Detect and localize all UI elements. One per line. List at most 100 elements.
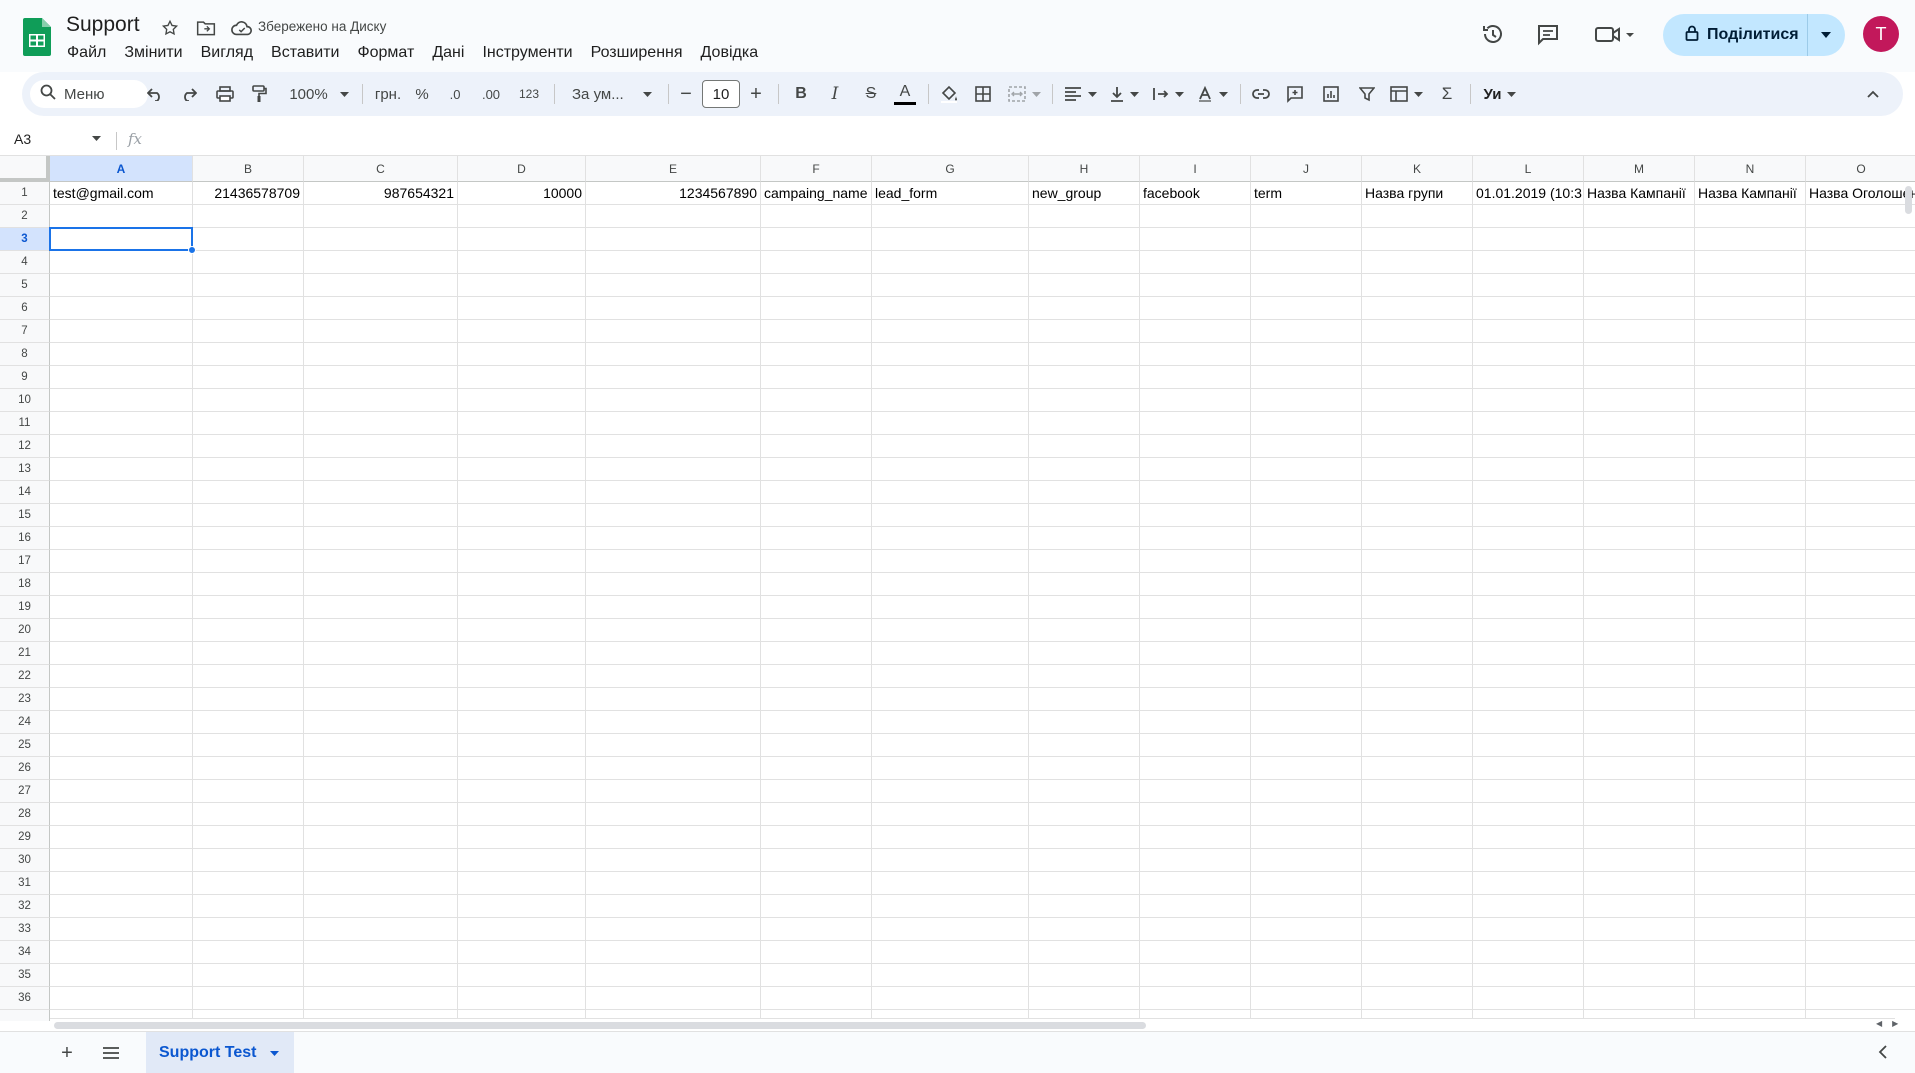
font-size-increase-icon[interactable]: + [744, 72, 768, 116]
vertical-align-icon[interactable] [1104, 72, 1144, 116]
cell-b1[interactable]: 21436578709 [193, 182, 303, 205]
row-header[interactable]: 26 [0, 757, 50, 780]
row-header[interactable]: 29 [0, 826, 50, 849]
menu-help[interactable]: Довідка [692, 42, 768, 64]
cell-d1[interactable]: 10000 [458, 182, 585, 205]
row-header[interactable]: 11 [0, 412, 50, 435]
document-title[interactable]: Support [66, 13, 140, 37]
scroll-left-icon[interactable]: ◀ [1876, 1019, 1882, 1028]
row-header[interactable]: 28 [0, 803, 50, 826]
borders-icon[interactable] [968, 72, 998, 116]
name-box-dropdown-icon[interactable] [92, 133, 101, 144]
cell-g1[interactable]: lead_form [872, 182, 1028, 205]
cell-k1[interactable]: Назва групи [1362, 182, 1472, 205]
column-header[interactable]: H [1029, 156, 1140, 182]
move-folder-icon[interactable] [194, 16, 218, 40]
zoom-select[interactable]: 100% [284, 72, 354, 116]
row-header[interactable]: 16 [0, 527, 50, 550]
fill-handle[interactable] [188, 246, 196, 254]
version-history-icon[interactable] [1475, 18, 1511, 50]
share-button[interactable]: Поділитися [1663, 14, 1807, 56]
paint-format-icon[interactable] [244, 72, 274, 116]
row-header[interactable]: 4 [0, 251, 50, 274]
insert-chart-icon[interactable] [1316, 72, 1346, 116]
row-header[interactable]: 13 [0, 458, 50, 481]
cell-j1[interactable]: term [1251, 182, 1361, 205]
row-header[interactable]: 31 [0, 872, 50, 895]
row-header[interactable]: 25 [0, 734, 50, 757]
cell-e1[interactable]: 1234567890 [586, 182, 760, 205]
column-header[interactable]: N [1695, 156, 1806, 182]
column-header[interactable]: M [1584, 156, 1695, 182]
cell-h1[interactable]: new_group [1029, 182, 1139, 205]
row-header[interactable]: 1 [0, 182, 50, 205]
avatar[interactable]: T [1863, 16, 1899, 52]
column-header[interactable]: C [304, 156, 458, 182]
row-header[interactable]: 18 [0, 573, 50, 596]
text-color-icon[interactable]: A [888, 72, 922, 116]
row-header[interactable]: 14 [0, 481, 50, 504]
row-header[interactable]: 36 [0, 987, 50, 1010]
row-header[interactable]: 8 [0, 343, 50, 366]
row-header[interactable]: 7 [0, 320, 50, 343]
menu-file[interactable]: Файл [58, 42, 115, 64]
fill-color-icon[interactable] [934, 72, 964, 116]
more-formats-button[interactable]: 123 [512, 72, 546, 116]
row-header[interactable]: 12 [0, 435, 50, 458]
menu-extensions[interactable]: Розширення [582, 42, 692, 64]
column-header[interactable]: L [1473, 156, 1584, 182]
cell-a1[interactable]: test@gmail.com [50, 182, 192, 205]
row-header[interactable]: 35 [0, 964, 50, 987]
cell-c1[interactable]: 987654321 [304, 182, 457, 205]
decrease-decimal-button[interactable]: .0 [440, 72, 470, 116]
row-header[interactable]: 33 [0, 918, 50, 941]
cell-m1[interactable]: Назва Кампанії [1584, 182, 1694, 205]
input-tools-icon[interactable]: Уи [1478, 72, 1522, 116]
column-header[interactable]: B [193, 156, 304, 182]
filter-icon[interactable] [1352, 72, 1382, 116]
column-header[interactable]: A [50, 156, 193, 182]
column-header[interactable]: I [1140, 156, 1251, 182]
row-header[interactable]: 17 [0, 550, 50, 573]
cell-n1[interactable]: Назва Кампанії [1695, 182, 1805, 205]
row-header[interactable]: 23 [0, 688, 50, 711]
scroll-right-icon[interactable]: ▶ [1892, 1019, 1898, 1028]
cell-i1[interactable]: facebook [1140, 182, 1250, 205]
percent-format-button[interactable]: % [410, 72, 434, 116]
menu-search[interactable]: Меню [30, 80, 148, 108]
row-header[interactable]: 2 [0, 205, 50, 228]
column-header[interactable]: G [872, 156, 1029, 182]
bold-icon[interactable]: B [786, 72, 816, 116]
active-cell-selection[interactable] [49, 227, 193, 251]
undo-icon[interactable] [140, 72, 170, 116]
print-icon[interactable] [210, 72, 240, 116]
row-header[interactable]: 32 [0, 895, 50, 918]
column-header[interactable]: D [458, 156, 586, 182]
row-header[interactable]: 5 [0, 274, 50, 297]
menu-tools[interactable]: Інструменти [473, 42, 581, 64]
cloud-saved-icon[interactable] [230, 16, 254, 40]
horizontal-align-icon[interactable] [1060, 72, 1100, 116]
menu-insert[interactable]: Вставити [262, 42, 348, 64]
row-header[interactable] [0, 1010, 50, 1021]
collapse-toolbar-icon[interactable] [1858, 72, 1888, 116]
row-header[interactable]: 3 [0, 228, 50, 251]
menu-data[interactable]: Дані [423, 42, 473, 64]
select-all-corner[interactable] [0, 156, 50, 182]
star-icon[interactable] [158, 16, 182, 40]
row-header[interactable]: 20 [0, 619, 50, 642]
menu-edit[interactable]: Змінити [115, 42, 191, 64]
name-box[interactable]: A3 [14, 131, 31, 147]
all-sheets-icon[interactable] [97, 1040, 125, 1066]
comments-icon[interactable] [1530, 18, 1566, 50]
redo-icon[interactable] [174, 72, 204, 116]
sheets-logo-icon[interactable] [23, 18, 51, 56]
row-header[interactable]: 22 [0, 665, 50, 688]
cell-o1[interactable]: Назва Оголошен [1806, 182, 1915, 205]
menu-view[interactable]: Вигляд [192, 42, 262, 64]
row-header[interactable]: 10 [0, 389, 50, 412]
column-header[interactable]: O [1806, 156, 1915, 182]
scroll-arrows[interactable]: ◀ ▶ [1876, 1019, 1898, 1028]
text-rotation-icon[interactable] [1192, 72, 1232, 116]
row-header[interactable]: 34 [0, 941, 50, 964]
